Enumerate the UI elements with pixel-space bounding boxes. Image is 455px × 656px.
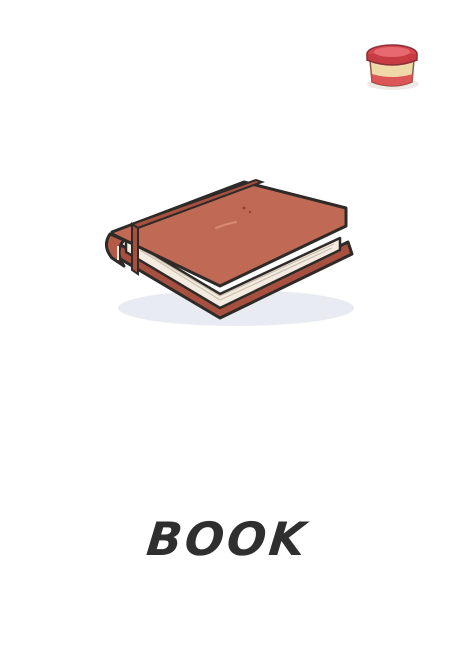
- book-icon: [105, 178, 354, 326]
- jar-icon: [366, 44, 419, 90]
- flash-card: BOOK: [0, 0, 455, 656]
- word-label: BOOK: [144, 512, 311, 566]
